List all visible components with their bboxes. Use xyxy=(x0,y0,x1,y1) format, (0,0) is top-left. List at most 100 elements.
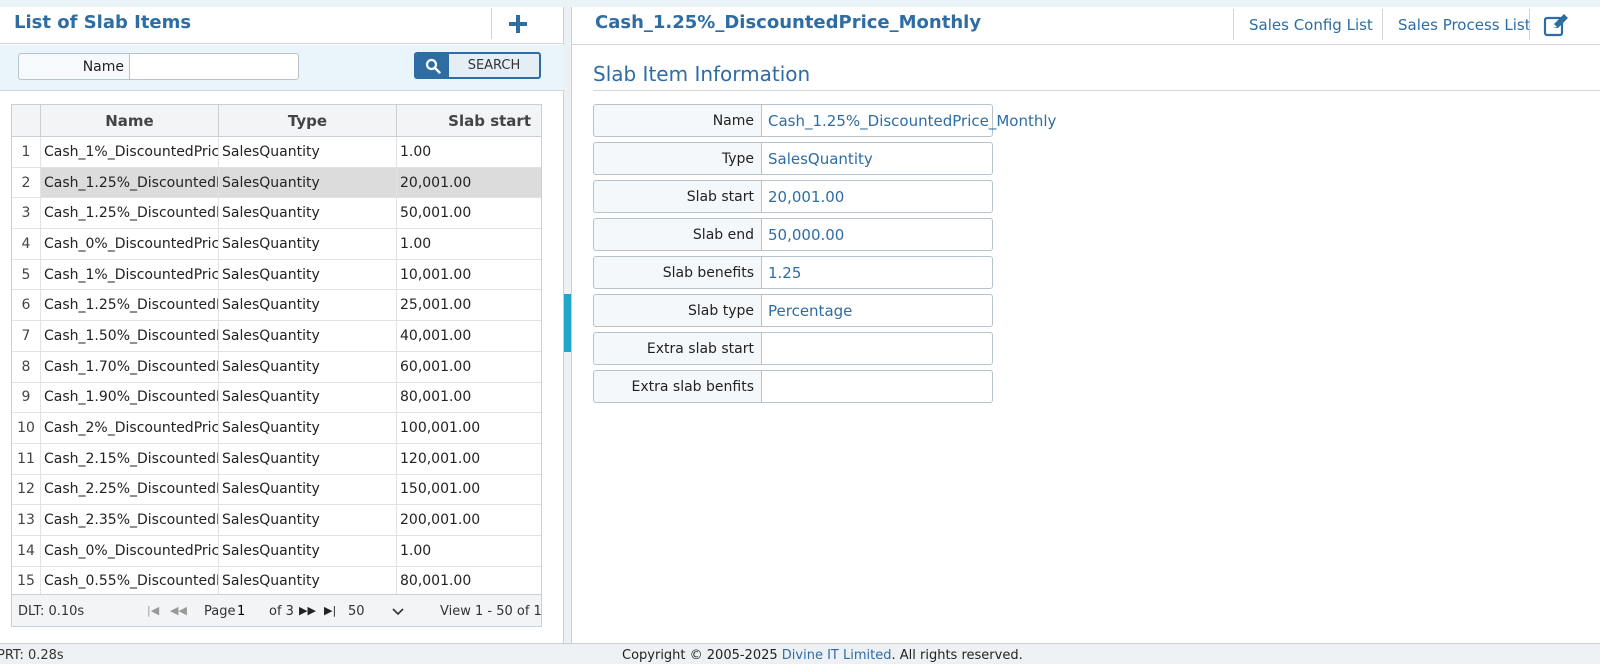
field-label: Slab end xyxy=(593,218,761,251)
cell-type: SalesQuantity xyxy=(219,413,397,443)
sales-config-list-link[interactable]: Sales Config List xyxy=(1233,9,1388,40)
cell-name: Cash_2.35%_DiscountedPr xyxy=(41,505,219,535)
prt-timing: PRT: 0.28s xyxy=(0,648,64,663)
cell-name: Cash_2.25%_DiscountedPr xyxy=(41,474,219,505)
cell-slab-start: 40,001.00 xyxy=(397,321,541,351)
cell-name: Cash_1.90%_DiscountedPr xyxy=(41,382,219,413)
field-label: Type xyxy=(593,142,761,175)
top-strip xyxy=(0,0,1600,7)
field-slab-benefits: Slab benefits 1.25 xyxy=(593,256,993,289)
table-row[interactable]: 1 Cash_1%_DiscountedPrice_ SalesQuantity 1.… xyxy=(12,137,541,168)
table-row[interactable]: 6 Cash_1.25%_DiscountedPr SalesQuantity 25,… xyxy=(12,290,541,322)
sales-process-list-link[interactable]: Sales Process List xyxy=(1382,9,1546,40)
panel-resize-handle[interactable] xyxy=(564,294,571,352)
table-row[interactable]: 14 Cash_0%_DiscountedPrice_ SalesQuantity 1… xyxy=(12,535,541,567)
table-row[interactable]: 5 Cash_1%_DiscountedPrice_ SalesQuantity 10… xyxy=(12,259,541,291)
row-number: 15 xyxy=(12,566,41,597)
field-value: 1.25 xyxy=(761,256,993,289)
cell-name: Cash_1.70%_DiscountedPr xyxy=(41,351,219,382)
field-value: SalesQuantity xyxy=(761,142,993,175)
cell-type: SalesQuantity xyxy=(219,535,397,566)
cell-name: Cash_0%_DiscountedPrice_ xyxy=(41,535,219,566)
cell-slab-start: 50,001.00 xyxy=(397,198,541,228)
cell-slab-start: 1.00 xyxy=(397,137,541,167)
grid-header-rownum xyxy=(12,105,41,137)
row-number: 4 xyxy=(12,229,41,259)
field-label: Slab benefits xyxy=(593,256,761,289)
field-label: Extra slab start xyxy=(593,332,761,365)
column-header-slab-start[interactable]: Slab start xyxy=(397,105,541,137)
cell-slab-start: 25,001.00 xyxy=(397,290,541,320)
page-total: of 3 xyxy=(269,604,294,619)
cell-type: SalesQuantity xyxy=(219,443,397,474)
prev-page-icon[interactable]: ◀◀ xyxy=(170,604,187,617)
cell-slab-start: 1.00 xyxy=(397,536,541,566)
copyright: Copyright © 2005-2025 Divine IT Limited.… xyxy=(622,648,1023,663)
table-row[interactable]: 8 Cash_1.70%_DiscountedPr SalesQuantity 60,… xyxy=(12,351,541,383)
search-bar: Name SEARCH xyxy=(0,45,564,91)
copyright-prefix: Copyright © 2005-2025 xyxy=(622,648,778,663)
company-link[interactable]: Divine IT Limited xyxy=(782,648,892,663)
detail-header: Cash_1.25%_DiscountedPrice_Monthly Sales… xyxy=(572,7,1600,45)
field-extra-slab-start: Extra slab start xyxy=(593,332,993,365)
edit-button[interactable] xyxy=(1529,9,1581,40)
row-number: 7 xyxy=(12,321,41,351)
cell-type: SalesQuantity xyxy=(219,382,397,413)
table-row[interactable]: 11 Cash_2.15%_DiscountedPr SalesQuantity 12… xyxy=(12,443,541,475)
search-icon xyxy=(416,54,449,77)
cell-type: SalesQuantity xyxy=(219,259,397,290)
section-title: Slab Item Information xyxy=(593,62,811,86)
search-button-label: SEARCH xyxy=(467,58,521,73)
table-row[interactable]: 3 Cash_1.25%_DiscountedPr SalesQuantity 50,… xyxy=(12,198,541,230)
field-label: Slab start xyxy=(593,180,761,213)
page-footer: PRT: 0.28s Copyright © 2005-2025 Divine … xyxy=(0,643,1600,664)
table-row[interactable]: 9 Cash_1.90%_DiscountedPr SalesQuantity 80,… xyxy=(12,382,541,414)
table-row[interactable]: 7 Cash_1.50%_DiscountedPr SalesQuantity 40,… xyxy=(12,321,541,352)
cell-type: SalesQuantity xyxy=(219,351,397,382)
field-extra-slab-benfits: Extra slab benfits xyxy=(593,370,993,403)
first-page-icon[interactable]: |◀ xyxy=(147,604,159,617)
table-row[interactable]: 13 Cash_2.35%_DiscountedPr SalesQuantity 20… xyxy=(12,505,541,536)
row-number: 12 xyxy=(12,474,41,505)
copyright-suffix: . All rights reserved. xyxy=(891,648,1023,663)
cell-slab-start: 60,001.00 xyxy=(397,352,541,382)
cell-name: Cash_1%_DiscountedPrice_ xyxy=(41,137,219,167)
table-row[interactable]: 2 Cash_1.25%_DiscountedPr SalesQuantity 20,… xyxy=(12,167,541,199)
field-label: Slab type xyxy=(593,294,761,327)
add-button[interactable] xyxy=(491,8,543,39)
row-number: 10 xyxy=(12,413,41,443)
cell-name: Cash_1.50%_DiscountedPr xyxy=(41,321,219,351)
cell-name: Cash_1.25%_DiscountedPr xyxy=(41,167,219,198)
edit-icon xyxy=(1543,13,1568,36)
table-row[interactable]: 4 Cash_0%_DiscountedPrice_ SalesQuantity 1.… xyxy=(12,229,541,260)
field-slab-type: Slab type Percentage xyxy=(593,294,993,327)
cell-name: Cash_1%_DiscountedPrice_ xyxy=(41,259,219,290)
slab-detail-panel: Cash_1.25%_DiscountedPrice_Monthly Sales… xyxy=(571,7,1600,643)
list-title: List of Slab Items xyxy=(14,12,192,33)
search-button[interactable]: SEARCH xyxy=(414,52,541,79)
search-name-input[interactable] xyxy=(129,53,299,80)
cell-type: SalesQuantity xyxy=(219,505,397,535)
column-header-name[interactable]: Name xyxy=(41,105,219,137)
table-row[interactable]: 10 Cash_2%_DiscountedPrice_ SalesQuantity 1… xyxy=(12,413,541,444)
column-header-type[interactable]: Type xyxy=(219,105,397,137)
row-number: 9 xyxy=(12,382,41,413)
last-page-icon[interactable]: ▶| xyxy=(324,604,336,617)
view-range: View 1 - 50 of 1 xyxy=(440,604,542,619)
cell-type: SalesQuantity xyxy=(219,321,397,351)
cell-slab-start: 20,001.00 xyxy=(397,168,541,198)
page-number-input[interactable] xyxy=(237,601,265,622)
table-row[interactable]: 12 Cash_2.25%_DiscountedPr SalesQuantity 15… xyxy=(12,474,541,506)
table-row[interactable]: 15 Cash_0.55%_DiscountedPr SalesQuantity 80… xyxy=(12,566,541,598)
page-size-select[interactable]: 50 xyxy=(348,601,404,622)
cell-type: SalesQuantity xyxy=(219,137,397,167)
cell-name: Cash_1.25%_DiscountedPr xyxy=(41,290,219,321)
cell-type: SalesQuantity xyxy=(219,198,397,229)
field-name: Name Cash_1.25%_DiscountedPrice_Monthly xyxy=(593,104,1056,137)
chevron-down-icon xyxy=(392,607,404,615)
field-value xyxy=(761,332,993,365)
row-number: 6 xyxy=(12,290,41,321)
slab-grid: Name Type Slab start 1 Cash_1%_Discounted… xyxy=(11,104,542,627)
next-page-icon[interactable]: ▶▶ xyxy=(299,604,316,617)
field-label: Name xyxy=(593,104,761,137)
